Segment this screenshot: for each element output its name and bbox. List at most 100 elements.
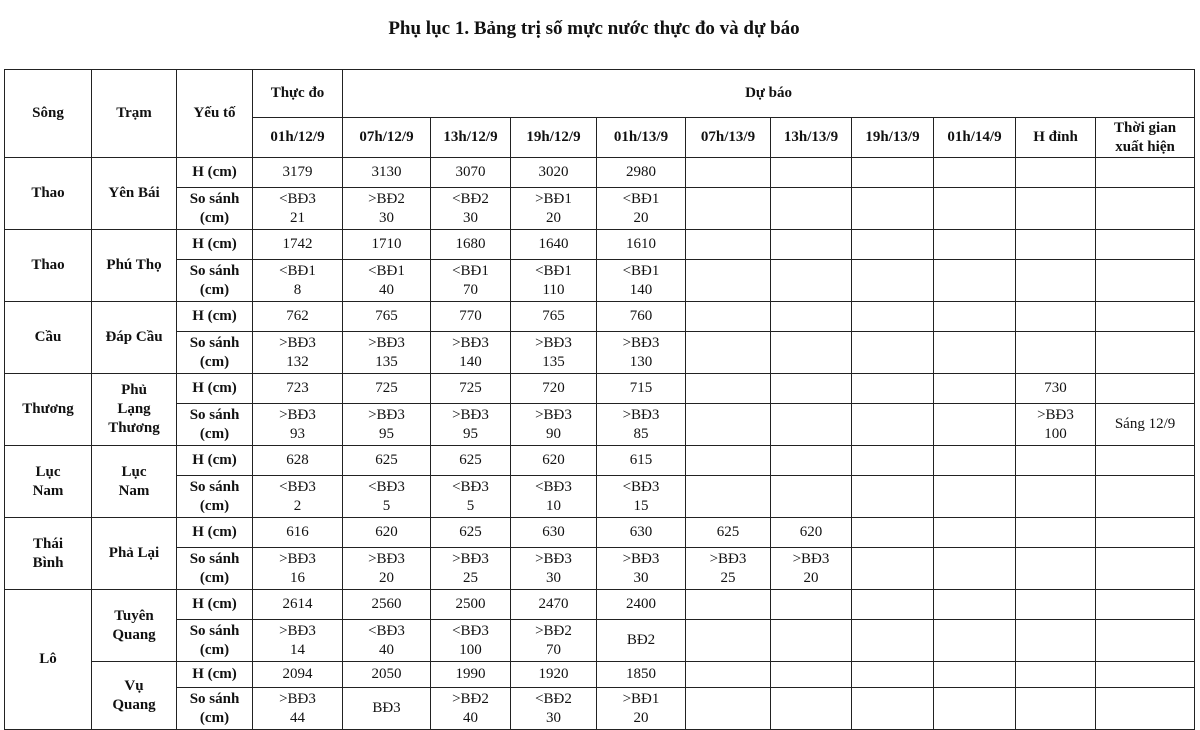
compare-cell: <BĐ3 15	[596, 475, 686, 518]
compare-cell	[770, 187, 852, 230]
water-level-cell	[933, 229, 1016, 260]
water-level-cell	[770, 229, 852, 260]
header-time: 13h/12/9	[430, 117, 511, 158]
water-level-cell: 1742	[252, 229, 343, 260]
header-time: 19h/13/9	[851, 117, 934, 158]
header-time: 07h/13/9	[685, 117, 771, 158]
compare-cell: >BĐ2 30	[342, 187, 431, 230]
water-level-cell: 765	[342, 301, 431, 332]
compare-cell	[685, 259, 771, 302]
peak-level-cell	[1015, 157, 1096, 188]
compare-cell: >BĐ3 44	[252, 687, 343, 730]
water-level-cell: 725	[430, 373, 511, 404]
water-level-cell	[685, 373, 771, 404]
table-body: Thao Yên Bái H (cm) 3179 3130 3070 3020 2980 So …	[4, 157, 1196, 730]
compare-cell	[851, 687, 934, 730]
peak-time-cell	[1094, 517, 1196, 548]
compare-cell: >BĐ3 135	[510, 331, 597, 374]
factor-label-compare: So sánh (cm)	[176, 187, 253, 230]
compare-cell	[933, 187, 1016, 230]
peak-time-cell	[1094, 259, 1196, 302]
peak-level-cell	[1015, 301, 1096, 332]
compare-cell: >BĐ3 85	[596, 403, 686, 446]
river-name: Lục Nam	[4, 445, 92, 518]
water-level-cell: 628	[252, 445, 343, 476]
header-du-bao: Dự báo	[341, 69, 1196, 118]
water-level-cell	[851, 229, 934, 260]
table-row: So sánh (cm) <BĐ3 2 <BĐ3 5 <BĐ3 5 <BĐ3 10 <BĐ…	[5, 475, 1196, 518]
water-level-cell: 2470	[510, 589, 597, 620]
river-name: Thái Bình	[4, 517, 92, 590]
compare-cell	[933, 687, 1016, 730]
water-level-cell	[933, 661, 1016, 688]
water-level-cell: 720	[510, 373, 597, 404]
water-level-cell: 620	[510, 445, 597, 476]
peak-time-cell	[1094, 661, 1196, 688]
peak-compare-cell	[1015, 331, 1096, 374]
water-level-cell	[685, 229, 771, 260]
water-level-cell	[933, 373, 1016, 404]
water-level-cell: 2500	[430, 589, 511, 620]
header-time: 19h/12/9	[510, 117, 597, 158]
compare-cell: >BĐ3 135	[342, 331, 431, 374]
station-name: Phả Lại	[91, 517, 177, 590]
station-name: Tuyên Quang	[91, 589, 177, 662]
table-row: So sánh (cm) <BĐ1 8 <BĐ1 40 <BĐ1 70 <BĐ1 110…	[5, 259, 1196, 302]
water-level-cell	[933, 301, 1016, 332]
water-level-cell	[770, 301, 852, 332]
peak-compare-cell	[1015, 187, 1096, 230]
peak-time-cell	[1094, 619, 1196, 662]
water-level-cell: 1680	[430, 229, 511, 260]
water-level-cell: 625	[342, 445, 431, 476]
compare-cell	[851, 547, 934, 590]
header-tram: Trạm	[91, 69, 177, 158]
compare-cell: BĐ3	[342, 687, 431, 730]
water-level-cell: 1610	[596, 229, 686, 260]
water-level-cell: 2614	[252, 589, 343, 620]
water-level-cell	[851, 517, 934, 548]
water-level-cell: 1710	[342, 229, 431, 260]
compare-cell	[685, 331, 771, 374]
water-level-cell: 1990	[430, 661, 511, 688]
compare-cell: >BĐ3 140	[430, 331, 511, 374]
station-name: Vụ Quang	[91, 661, 177, 730]
water-level-cell	[685, 589, 771, 620]
compare-cell	[851, 259, 934, 302]
compare-cell: <BĐ1 110	[510, 259, 597, 302]
table-row: So sánh (cm) >BĐ3 14 <BĐ3 40 <BĐ3 100 >BĐ2 7…	[5, 619, 1196, 662]
water-level-cell: 3130	[342, 157, 431, 188]
compare-cell: <BĐ1 8	[252, 259, 343, 302]
compare-cell: >BĐ3 25	[430, 547, 511, 590]
header-yeu-to: Yếu tố	[176, 69, 253, 158]
compare-cell	[851, 475, 934, 518]
water-level-cell: 620	[342, 517, 431, 548]
compare-cell	[685, 619, 771, 662]
water-level-cell	[933, 589, 1016, 620]
compare-cell: <BĐ1 70	[430, 259, 511, 302]
compare-cell: <BĐ1 40	[342, 259, 431, 302]
water-level-cell: 715	[596, 373, 686, 404]
header-time: 01h/13/9	[596, 117, 686, 158]
water-level-cell: 2400	[596, 589, 686, 620]
compare-cell: >BĐ3 132	[252, 331, 343, 374]
compare-cell: <BĐ1 20	[596, 187, 686, 230]
compare-cell	[851, 619, 934, 662]
compare-cell: >BĐ1 20	[596, 687, 686, 730]
water-level-cell: 1640	[510, 229, 597, 260]
peak-level-cell	[1015, 445, 1096, 476]
compare-cell: >BĐ3 20	[770, 547, 852, 590]
table-row: Thao Phú Thọ H (cm) 1742 1710 1680 1640 1610	[4, 229, 1196, 302]
table-row: So sánh (cm) >BĐ3 44 BĐ3 >BĐ2 40 <BĐ2 30 >BĐ1…	[5, 687, 1196, 730]
header-thuc-do: Thực đo	[252, 69, 343, 118]
peak-time-cell	[1094, 157, 1196, 188]
compare-cell: BĐ2	[596, 619, 686, 662]
water-level-cell	[851, 445, 934, 476]
table-row: Thao Yên Bái H (cm) 3179 3130 3070 3020 2980	[4, 157, 1196, 230]
water-level-cell	[770, 589, 852, 620]
water-level-cell: 625	[430, 517, 511, 548]
factor-label-h: H (cm)	[176, 373, 253, 404]
factor-label-h: H (cm)	[176, 517, 253, 548]
peak-level-cell: 730	[1015, 373, 1096, 404]
compare-cell	[685, 687, 771, 730]
water-level-cell: 3020	[510, 157, 597, 188]
